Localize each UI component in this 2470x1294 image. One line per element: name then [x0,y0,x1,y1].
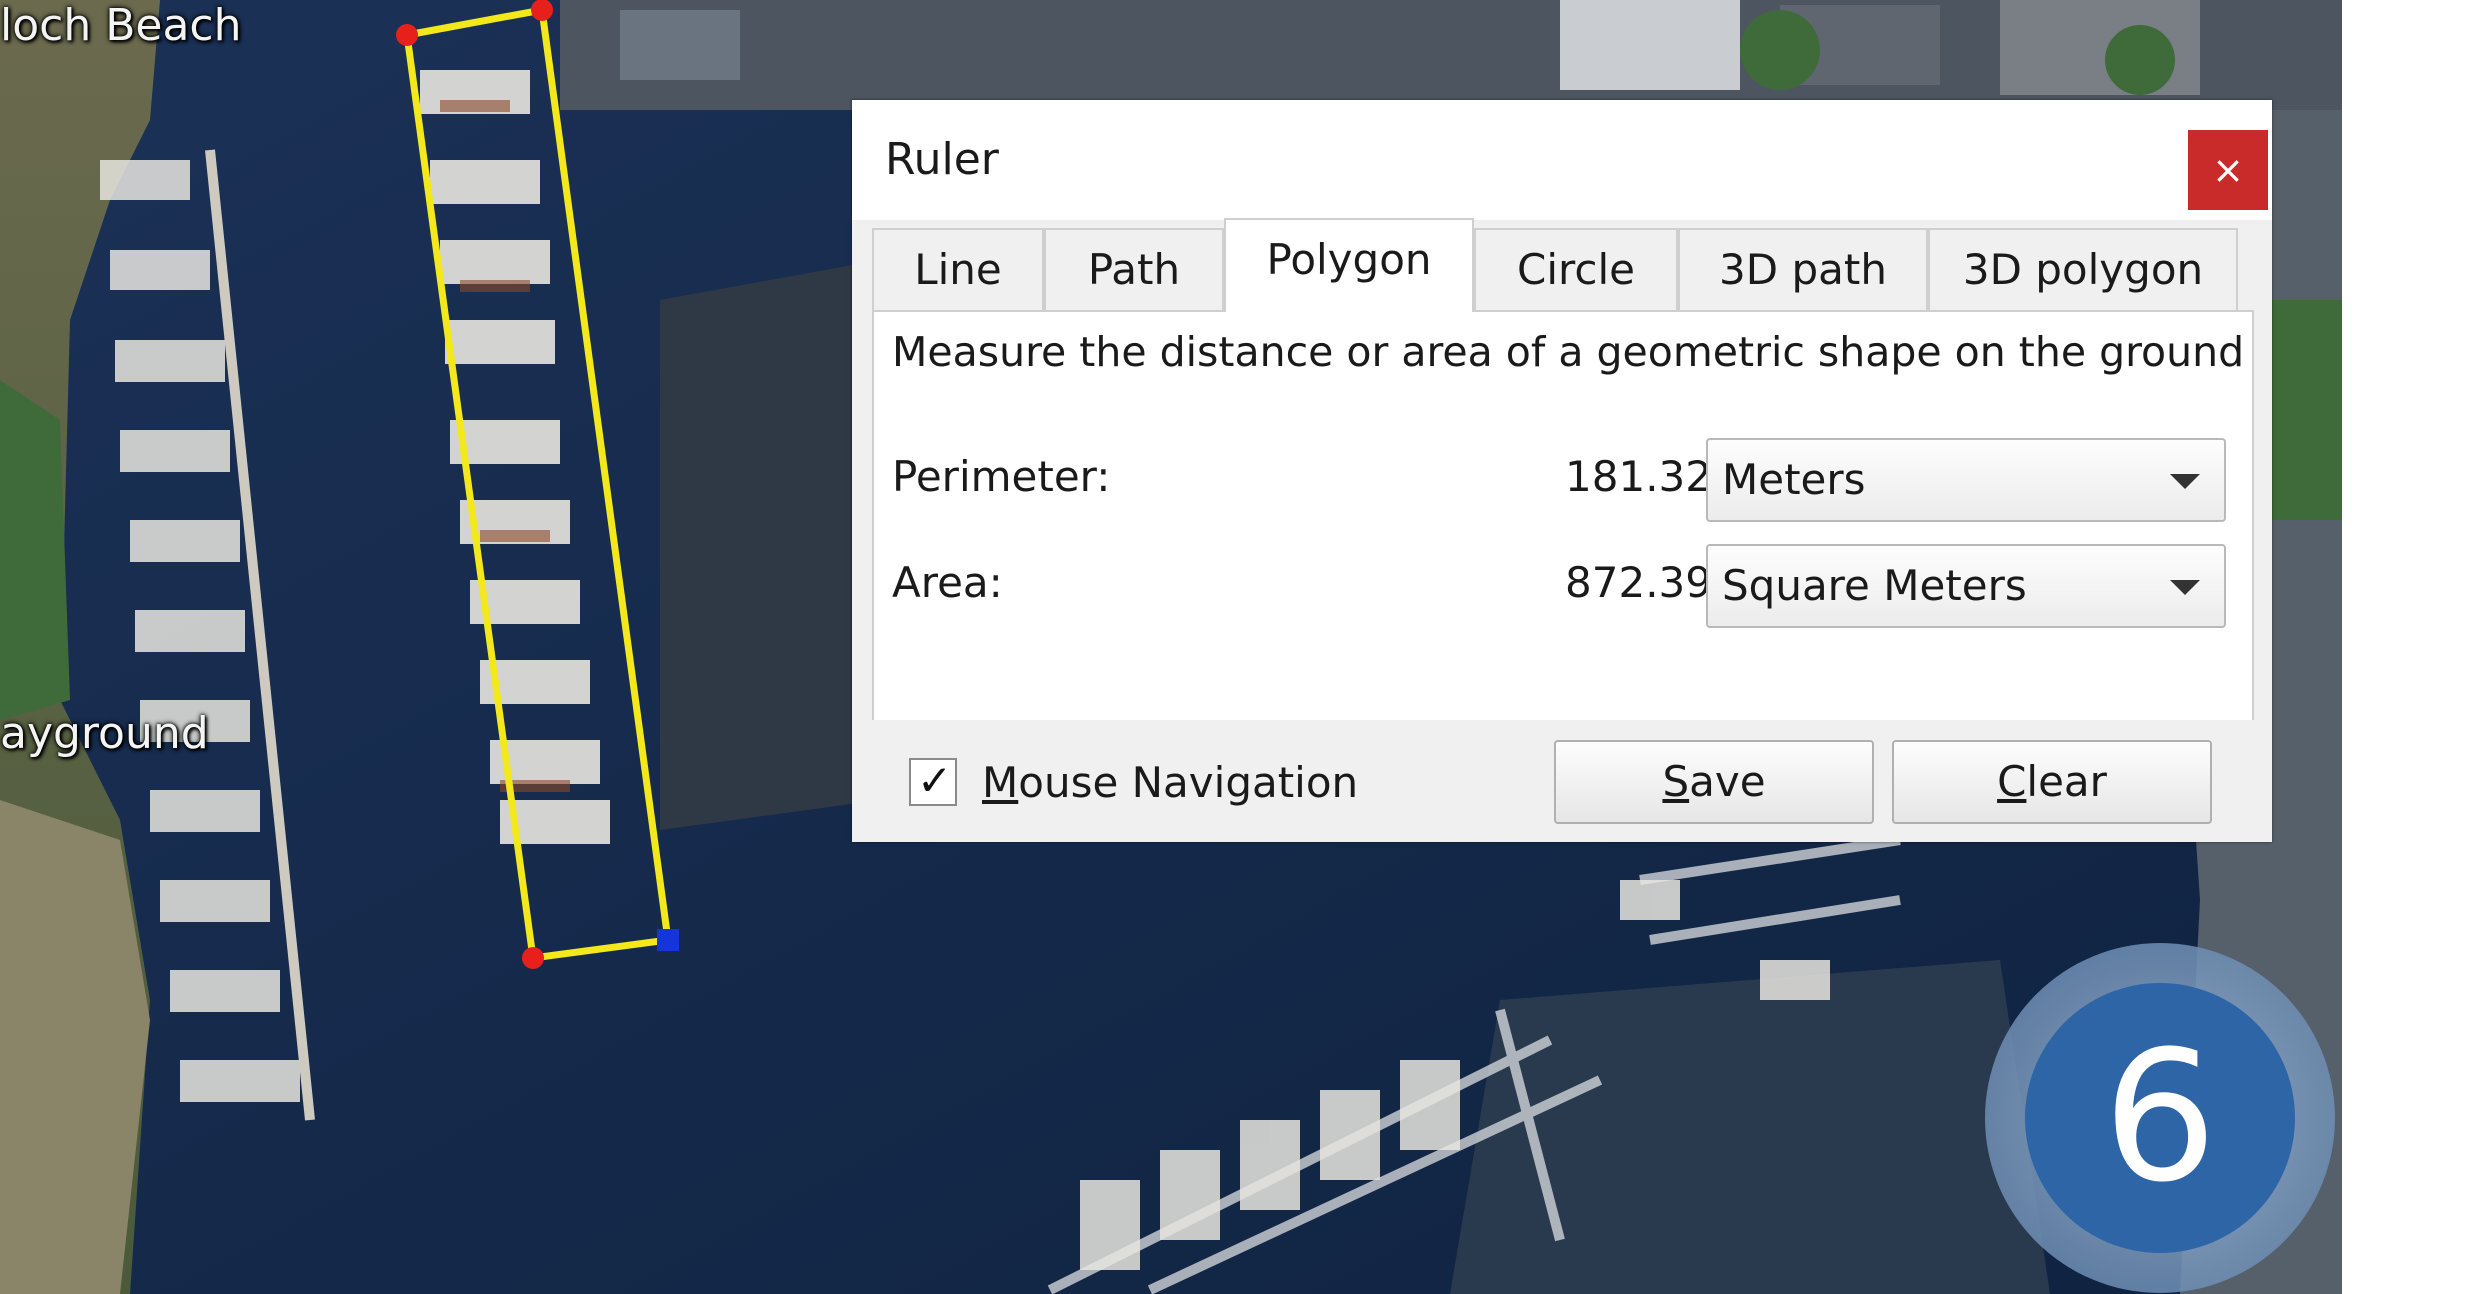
map-label-playground: ayground [0,708,209,759]
save-button[interactable]: Save [1554,740,1874,824]
dialog-footer: ✓ Mouse Navigation Save Clear [852,720,2272,842]
step-number-badge: 6 [2025,983,2295,1253]
panel-description: Measure the distance or area of a geomet… [892,328,2245,376]
ruler-dialog: Ruler × Line Path Polygon Circle 3D path… [852,100,2272,842]
close-icon: × [2212,148,2244,192]
tab-path[interactable]: Path [1044,228,1224,310]
tab-polygon[interactable]: Polygon [1224,218,1474,312]
polygon-vertex-active [657,929,679,951]
mnemonic-m: M [982,758,1019,807]
chevron-down-icon [2170,580,2200,595]
tab-3d-polygon[interactable]: 3D polygon [1928,228,2238,310]
chevron-down-icon [2170,474,2200,489]
perimeter-label: Perimeter: [892,452,1111,501]
dialog-title: Ruler [885,134,999,185]
area-value: 872.39 [1565,558,1712,607]
close-button[interactable]: × [2188,130,2268,210]
polygon-vertex [531,0,553,21]
area-unit-value: Square Meters [1722,561,2027,610]
right-margin [2342,0,2470,1294]
tab-3d-path[interactable]: 3D path [1678,228,1928,310]
mnemonic-s: S [1662,757,1690,806]
save-rest: ave [1689,757,1766,806]
dialog-titlebar[interactable]: Ruler × [852,100,2272,220]
polygon-vertex [396,24,418,46]
tab-circle[interactable]: Circle [1474,228,1678,310]
mouse-navigation-label[interactable]: Mouse Navigation [982,758,1358,807]
area-label: Area: [892,558,1003,607]
mouse-navigation-checkbox[interactable]: ✓ [909,756,957,806]
perimeter-unit-value: Meters [1722,455,1866,504]
checkmark-icon: ✓ [917,756,953,805]
mnemonic-c: C [1997,757,2027,806]
perimeter-value: 181.32 [1565,452,1712,501]
tab-line[interactable]: Line [872,228,1044,310]
polygon-vertex [522,947,544,969]
map-label-beach: loch Beach [0,0,242,51]
clear-rest: lear [2026,757,2107,806]
mouse-navigation-rest: ouse Navigation [1018,758,1359,807]
perimeter-unit-select[interactable]: Meters [1706,438,2226,522]
area-unit-select[interactable]: Square Meters [1706,544,2226,628]
clear-button[interactable]: Clear [1892,740,2212,824]
